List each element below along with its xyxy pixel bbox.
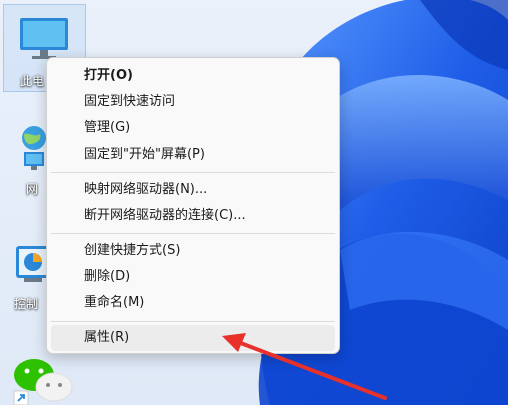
desktop: 此电 网 控制 打开(O) 固定到快速访问 管理(G) 固定到"开始"屏幕(P)… <box>0 0 508 405</box>
menu-item-open[interactable]: 打开(O) <box>51 63 335 89</box>
wechat-icon <box>13 359 73 405</box>
menu-item-map-network-drive[interactable]: 映射网络驱动器(N)... <box>51 177 335 203</box>
desktop-icon-label: 控制 <box>14 297 39 311</box>
desktop-icon-wechat[interactable] <box>10 355 80 405</box>
context-menu: 打开(O) 固定到快速访问 管理(G) 固定到"开始"屏幕(P) 映射网络驱动器… <box>46 57 340 354</box>
desktop-icon-label: 此电 <box>20 74 45 88</box>
menu-item-create-shortcut[interactable]: 创建快捷方式(S) <box>51 238 335 264</box>
desktop-icon-label: 网 <box>26 182 39 196</box>
menu-item-properties[interactable]: 属性(R) <box>51 325 335 351</box>
menu-separator <box>51 233 335 234</box>
menu-item-manage[interactable]: 管理(G) <box>51 115 335 141</box>
menu-item-disconnect-network-drive[interactable]: 断开网络驱动器的连接(C)... <box>51 203 335 229</box>
menu-separator <box>51 172 335 173</box>
menu-item-pin-start[interactable]: 固定到"开始"屏幕(P) <box>51 142 335 168</box>
menu-separator <box>51 321 335 322</box>
menu-item-delete[interactable]: 删除(D) <box>51 264 335 290</box>
menu-item-rename[interactable]: 重命名(M) <box>51 290 335 316</box>
menu-item-pin-quick-access[interactable]: 固定到快速访问 <box>51 89 335 115</box>
